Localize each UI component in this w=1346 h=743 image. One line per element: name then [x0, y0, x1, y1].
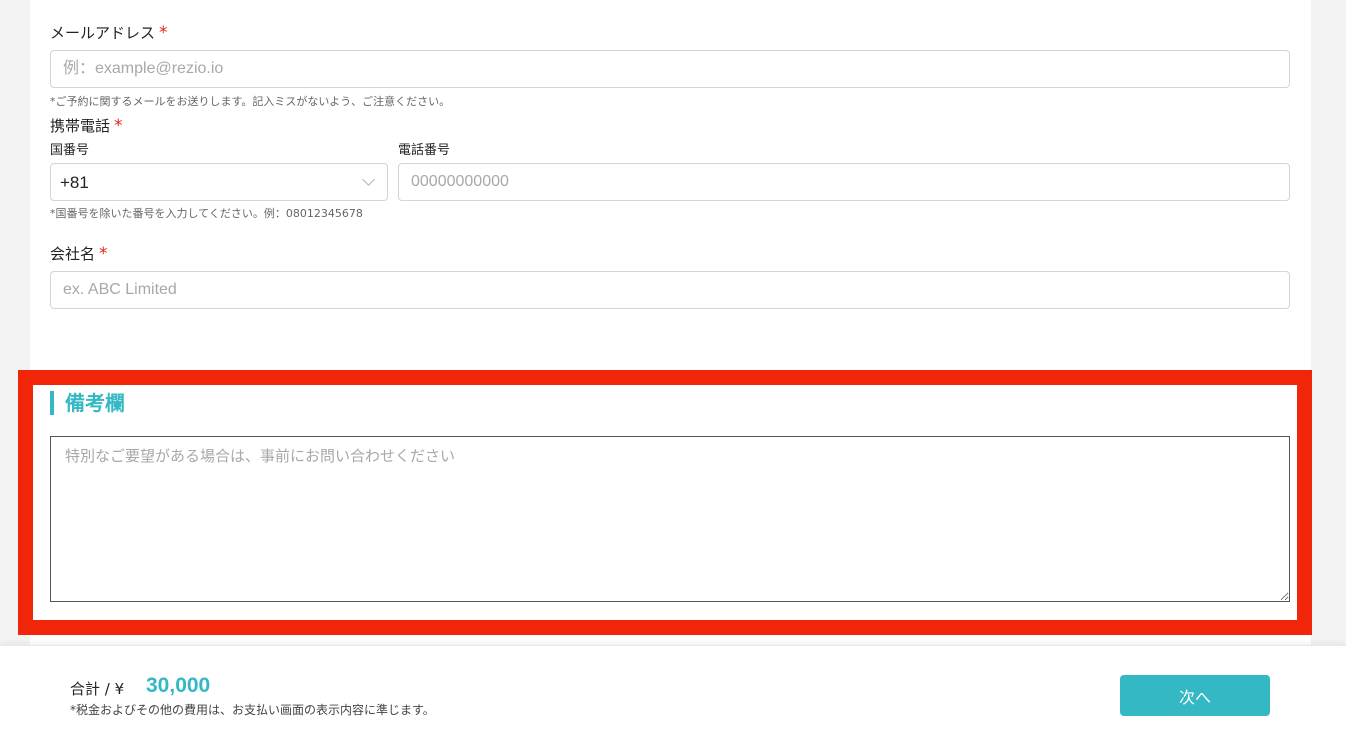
checkout-footer: 合計 / ¥ 30,000 *税金およびその他の費用は、お支払い画面の表示内容に…	[0, 646, 1346, 743]
phone-hint: *国番号を除いた番号を入力してください。例：08012345678	[50, 207, 363, 220]
email-required-mark: *	[159, 23, 168, 43]
country-code-value: +81	[60, 173, 89, 192]
next-button[interactable]: 次へ	[1120, 675, 1270, 716]
email-label-text: メールアドレス	[50, 24, 156, 42]
phone-label: 携帯電話 *	[50, 115, 123, 136]
total-amount: 30,000	[146, 674, 211, 697]
country-code-label: 国番号	[50, 143, 90, 158]
company-name-field[interactable]	[50, 271, 1290, 309]
chevron-down-icon	[362, 173, 375, 186]
email-label: メールアドレス *	[50, 22, 168, 43]
notes-highlight-frame	[18, 370, 1312, 635]
phone-required-mark: *	[114, 116, 123, 136]
country-code-select[interactable]: +81	[50, 163, 388, 201]
company-label: 会社名 *	[50, 243, 108, 264]
company-required-mark: *	[99, 244, 108, 264]
phone-number-field[interactable]	[398, 163, 1290, 201]
email-hint: *ご予約に関するメールをお送りします。記入ミスがないよう、ご注意ください。	[50, 95, 451, 108]
tax-note: *税金およびその他の費用は、お支払い画面の表示内容に準じます。	[70, 703, 435, 717]
total-label: 合計 / ¥	[70, 680, 125, 698]
phone-label-text: 携帯電話	[50, 117, 111, 135]
phone-number-label: 電話番号	[398, 143, 451, 158]
company-label-text: 会社名	[50, 245, 96, 263]
email-field[interactable]	[50, 50, 1290, 88]
